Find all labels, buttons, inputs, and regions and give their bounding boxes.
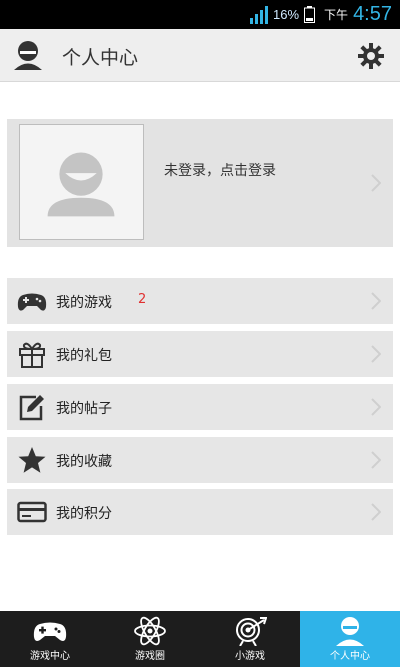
clock-time: 4:57 — [353, 3, 392, 25]
signal-icon — [250, 5, 269, 24]
chevron-right-icon — [371, 451, 381, 469]
star-icon — [18, 447, 46, 473]
gamepad-icon — [17, 293, 47, 311]
page-title: 个人中心 — [62, 47, 139, 69]
battery-icon — [304, 6, 316, 23]
tab-label: 个人中心 — [330, 651, 370, 662]
edit-icon — [19, 395, 44, 421]
settings-gear-icon[interactable] — [358, 43, 384, 69]
status-right: 16% 下午 4:57 — [250, 0, 392, 29]
menu-item-my-posts[interactable]: 我的帖子 — [7, 384, 393, 430]
menu-item-my-favorites[interactable]: 我的收藏 — [7, 437, 393, 483]
tab-label: 小游戏 — [235, 651, 265, 662]
menu-item-my-gifts[interactable]: 我的礼包 — [7, 331, 393, 377]
menu-label: 我的帖子 — [56, 401, 112, 417]
user-icon — [336, 617, 364, 646]
menu-label: 我的礼包 — [56, 348, 112, 364]
menu-item-my-games[interactable]: 我的游戏 2 — [7, 278, 393, 324]
tab-game-center[interactable]: 游戏中心 — [0, 611, 100, 667]
gift-icon — [19, 342, 45, 368]
user-icon — [14, 41, 42, 70]
chevron-right-icon — [371, 503, 381, 521]
target-icon — [236, 617, 267, 646]
games-count-badge: 2 — [138, 292, 147, 307]
tab-mini-games[interactable]: 小游戏 — [200, 611, 300, 667]
battery-percent: 16% — [273, 7, 300, 22]
status-bar: 16% 下午 4:57 — [0, 0, 400, 29]
chevron-right-icon — [371, 345, 381, 363]
menu-item-my-points[interactable]: 我的积分 — [7, 489, 393, 535]
profile-login-card[interactable]: 未登录，点击登录 — [7, 119, 393, 247]
profile-avatar — [19, 124, 144, 240]
menu-label: 我的积分 — [56, 506, 112, 522]
menu-label: 我的游戏 — [56, 295, 112, 311]
clock-ampm: 下午 — [324, 8, 349, 22]
menu-label: 我的收藏 — [56, 454, 112, 470]
gamepad-icon — [33, 622, 67, 641]
chevron-right-icon — [371, 174, 381, 192]
login-prompt: 未登录，点击登录 — [164, 163, 276, 179]
avatar-placeholder-icon — [47, 152, 115, 217]
card-icon — [17, 501, 47, 523]
chevron-right-icon — [371, 292, 381, 310]
tab-label: 游戏中心 — [30, 651, 70, 662]
tab-personal-center[interactable]: 个人中心 — [300, 611, 400, 667]
tab-game-circle[interactable]: 游戏圈 — [100, 611, 200, 667]
bottom-tab-bar: 游戏中心 游戏圈 小游戏 个人中心 — [0, 611, 400, 667]
chevron-right-icon — [371, 398, 381, 416]
atom-icon — [134, 616, 166, 646]
header-bar: 个人中心 — [0, 29, 400, 82]
tab-label: 游戏圈 — [135, 651, 165, 662]
